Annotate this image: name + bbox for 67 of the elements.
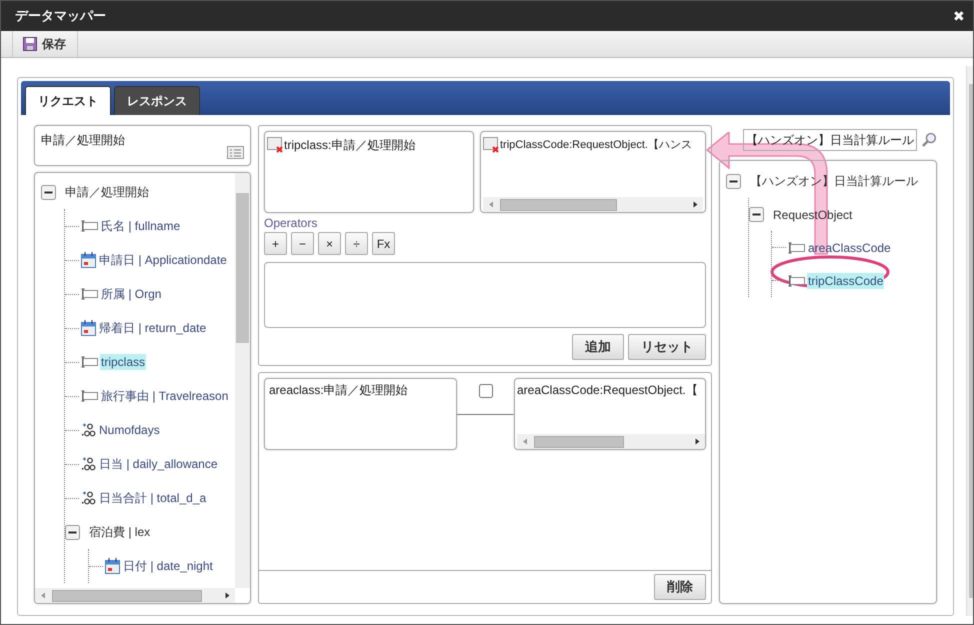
decimal-icon [81, 423, 96, 437]
close-button[interactable]: ✖ [953, 8, 965, 24]
scroll-left-icon[interactable] [40, 592, 45, 599]
window-title: データマッパー [15, 7, 106, 25]
tree-item[interactable]: Numofdays [98, 422, 161, 438]
tree-item[interactable]: tripClassCode [807, 272, 884, 288]
tree-item[interactable]: 宿泊費 | lex [88, 522, 152, 542]
tree-item[interactable]: 旅行事由 | Travelreason [100, 386, 230, 406]
target-field: tripClassCode:RequestObject.【ハンス [500, 137, 692, 152]
text-field-icon [81, 390, 98, 402]
tab[interactable]: レスポンス [114, 86, 200, 115]
horizontal-scrollbar[interactable] [483, 197, 703, 212]
mapping-checkbox[interactable] [478, 384, 492, 398]
tree-item[interactable]: 氏名 | fullname [100, 216, 182, 236]
scroll-right-icon[interactable] [693, 201, 698, 208]
collapse-icon[interactable] [41, 184, 56, 200]
tree-item[interactable]: tripclass [100, 354, 146, 370]
operator-button[interactable]: − [291, 232, 314, 255]
tree-item[interactable]: 申請日 | Applicationdate [98, 250, 228, 270]
text-field-icon [81, 220, 98, 232]
text-field-icon [81, 356, 98, 368]
add-button[interactable]: 追加 [572, 334, 624, 360]
operator-button[interactable]: × [318, 232, 341, 255]
operator-button[interactable]: Fx [372, 232, 395, 255]
source-title: 申請／処理開始 [41, 132, 125, 149]
broken-image-icon [483, 137, 500, 153]
tree-item[interactable]: 日付 | date_night [122, 556, 214, 576]
calendar-icon [81, 252, 96, 268]
save-button[interactable]: 保存 [12, 31, 78, 57]
tree-item[interactable]: 日当合計 | total_d_a [98, 488, 208, 508]
operator-button[interactable]: ÷ [345, 232, 368, 255]
reset-button[interactable]: リセット [628, 334, 706, 360]
tree-item[interactable]: 帰着日 | return_date [98, 318, 208, 338]
scroll-right-icon[interactable] [695, 438, 700, 445]
tab[interactable]: リクエスト [25, 86, 111, 115]
scroll-left-icon[interactable] [488, 201, 493, 208]
collapse-icon[interactable] [726, 174, 741, 189]
text-field-icon [788, 242, 805, 254]
save-icon [23, 37, 37, 51]
delete-button[interactable]: 削除 [654, 574, 706, 600]
collapse-icon[interactable] [749, 207, 764, 222]
vertical-scrollbar[interactable] [235, 173, 250, 588]
broken-image-icon [267, 137, 284, 153]
operators-label: Operators [264, 216, 318, 230]
expression-field[interactable] [264, 262, 706, 328]
mapping-target: areaClassCode:RequestObject.【 [517, 382, 699, 399]
tree-item[interactable]: 【ハンズオン】日当計算ルール [749, 172, 919, 191]
scroll-left-icon[interactable] [522, 438, 527, 445]
decimal-icon [81, 457, 96, 471]
horizontal-scrollbar[interactable] [35, 588, 235, 603]
operator-button[interactable]: + [264, 232, 287, 255]
tree-item[interactable]: 所属 | Orgn [100, 284, 162, 304]
mapping-source: areaclass:申請／処理開始 [269, 382, 409, 399]
calendar-icon [105, 558, 120, 574]
collapse-icon[interactable] [65, 524, 80, 540]
text-field-icon [81, 288, 98, 300]
search-field[interactable]: 【ハンズオン】日当計算ルール [743, 129, 918, 151]
decimal-icon [81, 491, 96, 505]
scroll-right-icon[interactable] [225, 592, 230, 599]
calendar-icon [81, 320, 96, 336]
text-field-icon [788, 274, 805, 286]
horizontal-scrollbar[interactable] [517, 434, 705, 449]
tree-item[interactable]: 申請／処理開始 [64, 182, 150, 202]
tree-item[interactable]: 日当 | daily_allowance [98, 454, 219, 474]
search-icon[interactable] [921, 132, 937, 148]
form-icon[interactable] [227, 146, 244, 159]
source-field: tripclass:申請／処理開始 [284, 137, 416, 154]
